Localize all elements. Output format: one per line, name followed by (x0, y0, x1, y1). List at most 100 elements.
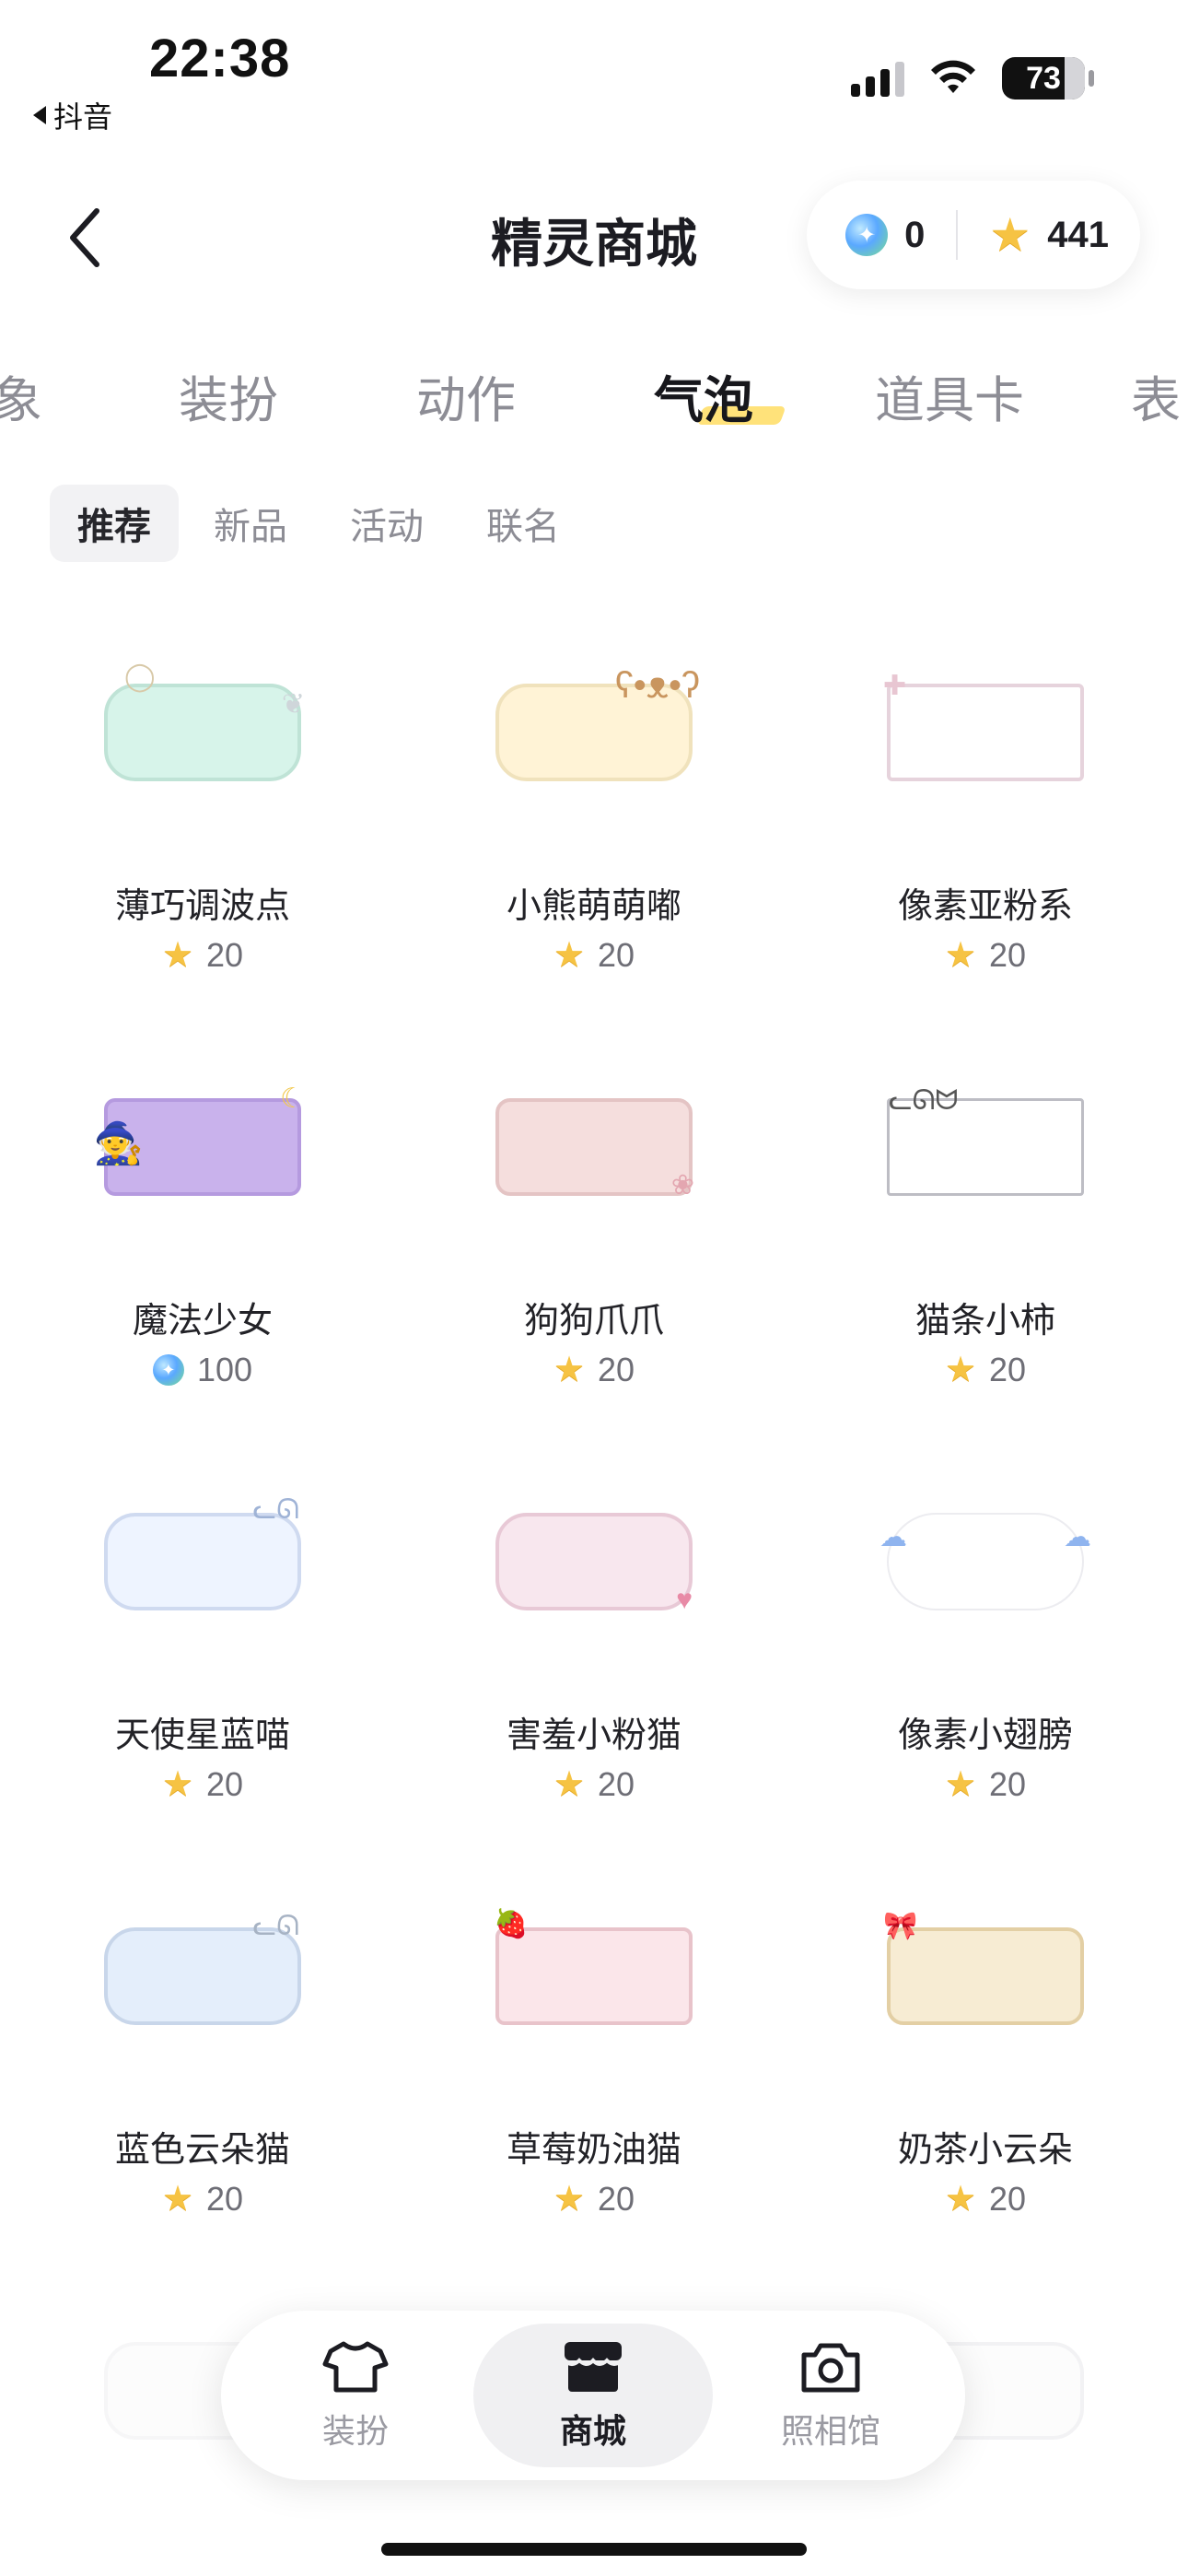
bubble-card[interactable]: 🍓 草莓奶油猫 ★ 20 (401, 1879, 787, 2257)
price-value: 20 (598, 936, 635, 974)
moon-icon: ☾ (280, 1083, 305, 1114)
bubble-card[interactable]: ♥ 害羞小粉猫 ★ 20 (401, 1465, 787, 1843)
subtab-events[interactable]: 活动 (322, 485, 451, 562)
bubble-price: ★ 20 (792, 2180, 1179, 2219)
bubble-preview: ᓚᘏᗢ (879, 1087, 1091, 1207)
star-icon: ★ (944, 1351, 977, 1389)
nav-outfit-label: 装扮 (321, 2412, 389, 2450)
tab-bubble-label: 气泡 (654, 373, 753, 428)
nav-store-label: 商城 (559, 2412, 626, 2450)
star-icon: ★ (161, 1765, 194, 1804)
bubble-preview: ❀ (488, 1087, 700, 1207)
camera-icon (801, 2343, 860, 2393)
bubble-shape (495, 1098, 693, 1196)
bubble-name: 草莓奶油猫 (506, 2131, 681, 2170)
pixel-plus-icon: ✚ (883, 671, 907, 701)
bubble-price: ★ 20 (9, 1765, 396, 1804)
tab-emoji[interactable]: 表 (1131, 359, 1181, 432)
bubble-card[interactable]: ʕ•ᴥ•ʔ 小熊萌萌嘟 ★ 20 (401, 636, 787, 1013)
bubble-preview: ✚ (879, 673, 1091, 792)
bubble-card[interactable]: ᓚᘏ 天使星蓝喵 ★ 20 (9, 1465, 396, 1843)
bubble-card[interactable]: 🎀 奶茶小云朵 ★ 20 (792, 1879, 1179, 2257)
gem-icon: ✦ (152, 1354, 184, 1386)
sub-tabs: 推荐 新品 活动 联名 (50, 485, 588, 562)
bubble-price: ★ 20 (401, 936, 787, 975)
bubble-shape (495, 1927, 693, 2025)
bubble-card[interactable]: ᓚᘏ 蓝色云朵猫 ★ 20 (9, 1879, 396, 2257)
tab-outfit[interactable]: 装扮 (179, 359, 278, 432)
cat-icon: ᓚᘏᗢ (889, 1085, 959, 1116)
bubble-card[interactable]: ❀ 狗狗爪爪 ★ 20 (401, 1050, 787, 1428)
category-tabs: 象 装扮 动作 气泡 道具卡 表 (0, 359, 1188, 442)
tab-bubble[interactable]: 气泡 (654, 359, 786, 432)
system-icons: 73 (851, 57, 1094, 100)
price-value: 20 (206, 2180, 244, 2218)
star-icon: ★ (553, 2180, 586, 2219)
bubble-preview: ᓚᘏ (97, 1496, 309, 1622)
bubble-card[interactable]: ᓚᘏᗢ 猫条小柿 ★ 20 (792, 1050, 1179, 1428)
tab-action[interactable]: 动作 (416, 359, 516, 432)
wing-icon: ❦ (281, 689, 305, 720)
star-icon: ★ (989, 209, 1031, 261)
header: 精灵商城 ✦ 0 ★ 441 (0, 175, 1188, 295)
status-time: 22:38 (149, 29, 291, 88)
nav-photo-studio[interactable]: 照相馆 (711, 2324, 950, 2467)
bubble-price: ★ 20 (792, 1765, 1179, 1804)
bubble-card[interactable]: ☁ ☁ 像素小翅膀 ★ 20 (792, 1465, 1179, 1843)
bubble-price: ★ 20 (792, 936, 1179, 975)
cellular-signal-icon (851, 60, 904, 97)
heart-icon: ♥ (676, 1585, 693, 1615)
bubble-name: 小熊萌萌嘟 (506, 887, 681, 926)
nav-store[interactable]: 商城 (473, 2324, 713, 2467)
bubble-card[interactable]: ◯ ❦ 薄巧调波点 ★ 20 (9, 636, 396, 1013)
bubble-shape (104, 1513, 301, 1610)
bubble-shape (887, 1927, 1084, 2025)
bubble-shape (887, 684, 1084, 781)
bubble-name: 害羞小粉猫 (506, 1716, 681, 1755)
bubble-name: 猫条小柿 (914, 1302, 1055, 1341)
bubble-preview: ◯ ❦ (97, 663, 309, 792)
bubble-name: 天使星蓝喵 (114, 1716, 290, 1755)
star-icon: ★ (944, 1765, 977, 1804)
bubble-shape (887, 1513, 1084, 1610)
subtab-collab[interactable]: 联名 (459, 485, 588, 562)
bubble-preview: 🧙 ☾ (93, 1083, 309, 1207)
bubble-name: 像素亚粉系 (897, 887, 1073, 926)
bubble-price: ✦ 100 (9, 1351, 396, 1389)
price-value: 20 (598, 2180, 635, 2218)
star-icon: ★ (553, 1765, 586, 1804)
price-value: 100 (196, 1351, 253, 1388)
bubble-price: ★ 20 (401, 1765, 787, 1804)
nav-outfit[interactable]: 装扮 (236, 2324, 475, 2467)
bubble-name: 蓝色云朵猫 (114, 2131, 290, 2170)
tab-item-card[interactable]: 道具卡 (875, 359, 1024, 432)
price-value: 20 (206, 936, 244, 974)
nav-photo-studio-label: 照相馆 (780, 2412, 880, 2450)
star-icon: ★ (553, 936, 586, 975)
bubble-preview: ʕ•ᴥ•ʔ (488, 667, 700, 792)
status-bar: 22:38 抖音 73 (0, 0, 1188, 157)
wallet-balance[interactable]: ✦ 0 ★ 441 (807, 181, 1140, 289)
subtab-recommended[interactable]: 推荐 (50, 485, 179, 562)
cat-icon: ᓚᘏ (252, 1911, 299, 1941)
back-app-label: 抖音 (53, 100, 113, 134)
tab-avatar[interactable]: 象 (0, 359, 42, 432)
star-icon: ★ (553, 1351, 586, 1389)
bubble-price: ★ 20 (401, 1351, 787, 1389)
bubble-preview: 🎀 (879, 1911, 1091, 2036)
bubble-name: 像素小翅膀 (897, 1716, 1073, 1755)
battery-level: 73 (1026, 60, 1061, 96)
back-to-app-link[interactable]: 抖音 (33, 94, 112, 136)
battery-icon: 73 (1002, 57, 1094, 100)
bubble-preview: 🍓 (488, 1911, 700, 2036)
bubble-card[interactable]: ✚ 像素亚粉系 ★ 20 (792, 636, 1179, 1013)
bubble-shape (495, 1513, 693, 1610)
subtab-new[interactable]: 新品 (186, 485, 315, 562)
bubble-preview: ♥ (488, 1502, 700, 1622)
bubble-preview: ᓚᘏ (97, 1911, 309, 2036)
bow-icon: 🎀 (883, 1911, 918, 1941)
bubble-card[interactable]: 🧙 ☾ 魔法少女 ✦ 100 (9, 1050, 396, 1428)
bubble-name: 薄巧调波点 (114, 887, 290, 926)
paw-icon: ❀ (670, 1170, 694, 1200)
back-triangle-icon (33, 106, 46, 124)
